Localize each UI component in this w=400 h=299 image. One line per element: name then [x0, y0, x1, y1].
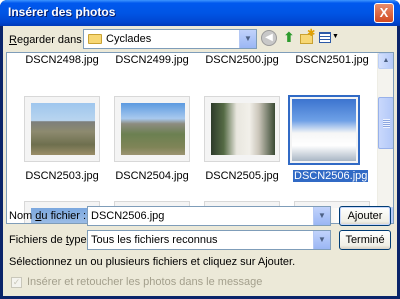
done-button-label: Terminé — [345, 234, 385, 246]
look-in-value: Cyclades — [106, 33, 152, 45]
option-label: Insérer et retoucher les photos dans le … — [27, 276, 263, 288]
file-name-value: DSCN2506.jpg — [91, 210, 165, 222]
chevron-down-icon[interactable]: ▼ — [313, 207, 330, 225]
file-label-selected[interactable]: DSCN2506.jpg — [293, 170, 369, 182]
back-icon[interactable]: ◀ — [261, 30, 277, 46]
window-title: Insérer des photos — [8, 5, 116, 19]
file-type-dropdown[interactable]: Tous les fichiers reconnus ▼ — [87, 230, 331, 250]
chevron-down-icon[interactable]: ▼ — [313, 231, 330, 249]
up-folder-icon[interactable]: ⬆ — [281, 30, 297, 46]
file-label[interactable]: DSCN2503.jpg — [17, 170, 107, 182]
file-name-field[interactable]: DSCN2506.jpg ▼ — [87, 206, 331, 226]
file-type-label: Fichiers de type : — [9, 234, 93, 246]
scroll-up-icon[interactable]: ▲ — [378, 53, 393, 69]
look-in-label: Regarder dans : — [9, 34, 88, 46]
insert-photos-dialog: Insérer des photos X Regarder dans : Cyc… — [0, 0, 400, 299]
dialog-body: Regarder dans : Cyclades ▼ ◀ ⬆ ✱ ▼ DSCN2… — [3, 26, 397, 296]
folder-icon — [88, 34, 102, 44]
title-bar[interactable]: Insérer des photos X — [0, 0, 400, 26]
vertical-scrollbar[interactable]: ▲ ▼ — [377, 53, 393, 223]
photo-thumbnail[interactable] — [24, 96, 100, 162]
instruction-text: Sélectionnez un ou plusieurs fichiers et… — [9, 256, 296, 268]
scrollbar-thumb[interactable] — [378, 97, 393, 149]
file-label[interactable]: DSCN2498.jpg — [17, 54, 107, 66]
photo-thumbnail-selected[interactable] — [288, 95, 360, 165]
new-folder-icon[interactable]: ✱ — [299, 28, 315, 46]
photo-thumbnail[interactable] — [204, 96, 280, 162]
file-label[interactable]: DSCN2499.jpg — [107, 54, 197, 66]
file-type-value: Tous les fichiers reconnus — [91, 234, 218, 246]
file-label[interactable]: DSCN2501.jpg — [287, 54, 377, 66]
file-list[interactable]: DSCN2498.jpg DSCN2499.jpg DSCN2500.jpg D… — [6, 52, 394, 224]
close-button[interactable]: X — [374, 3, 394, 23]
file-label[interactable]: DSCN2500.jpg — [197, 54, 287, 66]
done-button[interactable]: Terminé — [339, 230, 391, 250]
add-button[interactable]: Ajouter — [339, 206, 391, 226]
checkbox-icon[interactable]: ✓ — [11, 277, 22, 288]
file-label[interactable]: DSCN2504.jpg — [107, 170, 197, 182]
add-button-label: Ajouter — [347, 210, 383, 222]
file-name-label: Nom du fichier : — [9, 210, 87, 222]
chevron-down-icon[interactable]: ▼ — [239, 30, 256, 48]
close-icon: X — [379, 5, 389, 20]
views-menu-icon[interactable]: ▼ — [319, 30, 339, 46]
file-label[interactable]: DSCN2505.jpg — [197, 170, 287, 182]
look-in-dropdown[interactable]: Cyclades ▼ — [83, 29, 257, 49]
photo-thumbnail[interactable] — [114, 96, 190, 162]
